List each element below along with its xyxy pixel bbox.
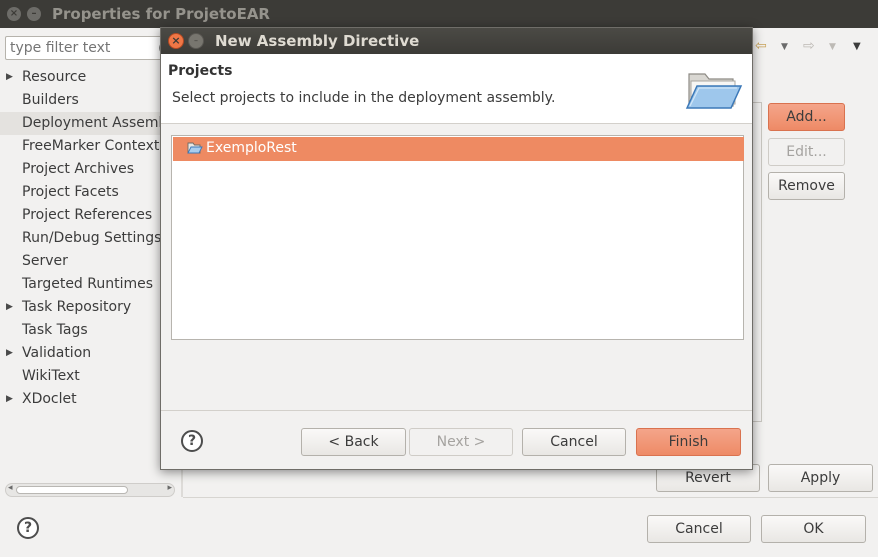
- tree-item-label: WikiText: [22, 368, 80, 384]
- tree-item-project-facets[interactable]: Project Facets: [0, 181, 178, 204]
- tree-item-targeted-runtimes[interactable]: Targeted Runtimes: [0, 273, 178, 296]
- tree-item-label: Project References: [22, 207, 153, 223]
- back-button[interactable]: < Back: [301, 428, 406, 456]
- expand-arrow-icon[interactable]: ▶: [6, 388, 13, 411]
- close-window-icon[interactable]: ×: [7, 7, 21, 21]
- divider: [183, 497, 878, 498]
- open-folder-icon: [685, 73, 743, 109]
- tree-item-validation[interactable]: ▶ Validation: [0, 342, 178, 365]
- project-row-exemplorest[interactable]: ExemploRest: [173, 137, 744, 161]
- tree-item-run-debug-settings[interactable]: Run/Debug Settings: [0, 227, 178, 250]
- scroll-right-icon[interactable]: ▸: [167, 483, 172, 493]
- dialog-cancel-button[interactable]: Cancel: [522, 428, 626, 456]
- filter-input[interactable]: [6, 37, 146, 59]
- edit-button[interactable]: Edit...: [768, 138, 845, 166]
- navigation-toolbar: ⇦ ▼ ⇨ ▼ ▼: [755, 38, 875, 60]
- filter-field[interactable]: ×: [5, 36, 175, 60]
- forward-arrow-icon[interactable]: ⇨: [803, 38, 815, 54]
- minimize-dialog-icon[interactable]: –: [188, 33, 204, 49]
- dialog-help-icon[interactable]: ?: [181, 430, 203, 452]
- apply-button[interactable]: Apply: [768, 464, 873, 492]
- tree-item-project-archives[interactable]: Project Archives: [0, 158, 178, 181]
- dialog-divider: [161, 410, 752, 411]
- tree-item-label: Targeted Runtimes: [22, 276, 154, 292]
- expand-arrow-icon[interactable]: ▶: [6, 342, 13, 365]
- project-folder-icon: [187, 142, 203, 154]
- scrollbar-thumb[interactable]: [16, 486, 128, 494]
- window-title: Properties for ProjetoEAR: [52, 5, 270, 23]
- finish-button[interactable]: Finish: [636, 428, 741, 456]
- view-menu-icon[interactable]: ▼: [853, 41, 861, 52]
- expand-arrow-icon[interactable]: ▶: [6, 296, 13, 319]
- next-button[interactable]: Next >: [409, 428, 513, 456]
- forward-dropdown-icon[interactable]: ▼: [829, 42, 836, 52]
- wizard-page-description: Select projects to include in the deploy…: [172, 90, 556, 106]
- tree-item-label: Resource: [22, 69, 87, 85]
- tree-item-xdoclet[interactable]: ▶ XDoclet: [0, 388, 178, 411]
- tree-item-label: Deployment Assembly: [22, 115, 178, 131]
- tree-item-deployment-assembly[interactable]: Deployment Assembly: [0, 112, 178, 135]
- add-button[interactable]: Add...: [768, 103, 845, 131]
- tree-item-label: XDoclet: [22, 391, 77, 407]
- tree-item-server[interactable]: Server: [0, 250, 178, 273]
- ok-button[interactable]: OK: [761, 515, 866, 543]
- outer-titlebar: × – Properties for ProjetoEAR: [0, 0, 878, 28]
- tree-item-builders[interactable]: Builders: [0, 89, 178, 112]
- tree-item-label: Run/Debug Settings: [22, 230, 162, 246]
- tree-item-label: Server: [22, 253, 68, 269]
- tree-item-label: Project Archives: [22, 161, 135, 177]
- assembly-table-edge: [752, 102, 762, 422]
- tree-item-freemarker-context[interactable]: FreeMarker Context: [0, 135, 178, 158]
- tree-item-label: Validation: [22, 345, 92, 361]
- projects-list[interactable]: ExemploRest: [171, 135, 744, 340]
- tree-item-label: Task Tags: [22, 322, 88, 338]
- dialog-titlebar: × – New Assembly Directive: [161, 28, 752, 54]
- dialog-title: New Assembly Directive: [215, 32, 420, 50]
- tree-horizontal-scrollbar[interactable]: ◂ ▸: [5, 483, 175, 497]
- tree-item-wikitext[interactable]: WikiText: [0, 365, 178, 388]
- tree-item-label: FreeMarker Context: [22, 138, 160, 154]
- tree-item-label: Task Repository: [22, 299, 132, 315]
- properties-tree: ▶ Resource Builders Deployment Assembly F…: [0, 66, 178, 411]
- tree-item-task-tags[interactable]: Task Tags: [0, 319, 178, 342]
- tree-item-resource[interactable]: ▶ Resource: [0, 66, 178, 89]
- scroll-left-icon[interactable]: ◂: [8, 483, 13, 493]
- tree-item-label: Builders: [22, 92, 79, 108]
- tree-item-task-repository[interactable]: ▶ Task Repository: [0, 296, 178, 319]
- tree-item-project-references[interactable]: Project References: [0, 204, 178, 227]
- back-dropdown-icon[interactable]: ▼: [781, 42, 788, 52]
- wizard-header: Projects Select projects to include in t…: [161, 54, 752, 124]
- expand-arrow-icon[interactable]: ▶: [6, 66, 13, 89]
- close-dialog-icon[interactable]: ×: [168, 33, 184, 49]
- back-arrow-icon[interactable]: ⇦: [755, 38, 767, 54]
- cancel-button[interactable]: Cancel: [647, 515, 751, 543]
- remove-button[interactable]: Remove: [768, 172, 845, 200]
- help-icon[interactable]: ?: [17, 517, 39, 539]
- minimize-window-icon[interactable]: –: [27, 7, 41, 21]
- tree-item-label: Project Facets: [22, 184, 119, 200]
- project-name: ExemploRest: [206, 140, 297, 156]
- new-assembly-directive-dialog: × – New Assembly Directive Projects Sele…: [160, 27, 753, 470]
- wizard-page-title: Projects: [168, 63, 233, 79]
